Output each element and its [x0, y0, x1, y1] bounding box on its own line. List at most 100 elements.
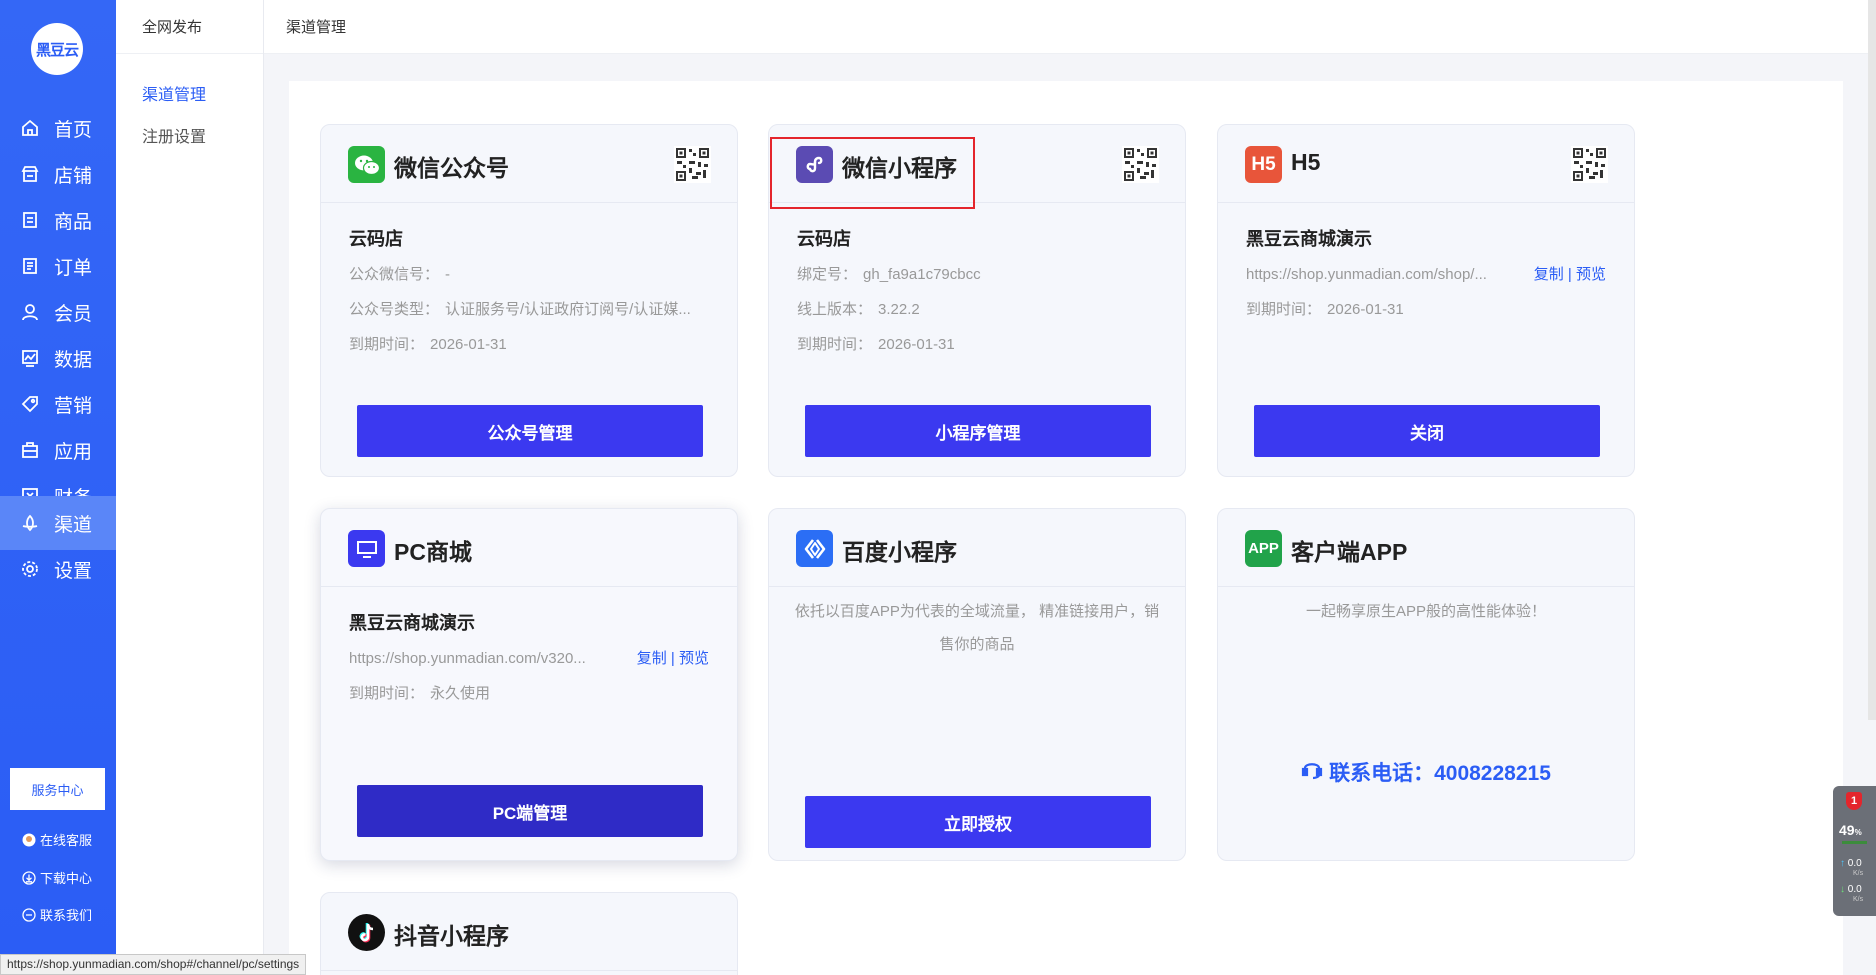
card-title: 抖音小程序 — [394, 923, 509, 949]
info-value: gh_fa9a1c79cbcc — [863, 266, 981, 283]
info-key: 到期时间： — [1246, 301, 1322, 318]
baidu-mini-program-card: 百度小程序 依托以百度APP为代表的全域流量， 精准链接用户，销售你的商品 立即… — [768, 508, 1186, 861]
speed-unit: K/s — [1853, 870, 1864, 877]
card-header: 微信公众号 — [321, 125, 737, 203]
card-header: APP 客户端APP — [1218, 509, 1634, 587]
nav-label: 设置 — [54, 560, 93, 582]
baidu-icon — [796, 530, 833, 567]
page-scrollbar[interactable] — [1868, 0, 1876, 720]
nav-label: 商品 — [54, 211, 93, 233]
authorize-now-button[interactable]: 立即授权 — [805, 796, 1151, 848]
service-center-button[interactable]: 服务中心 — [10, 768, 105, 810]
chart-icon — [21, 349, 39, 367]
gear-icon — [21, 560, 39, 578]
card-title: 客户端APP — [1291, 539, 1408, 565]
tag-icon — [21, 395, 39, 413]
logo-text: 黑豆云 — [35, 41, 79, 59]
card-header: 百度小程序 — [769, 509, 1185, 587]
info-value: - — [445, 266, 451, 283]
douyin-icon — [348, 914, 385, 951]
shop-name: 云码店 — [349, 229, 403, 249]
bottom-link-label: 联系我们 — [40, 908, 93, 923]
nav-item-settings[interactable]: 设置 — [0, 542, 116, 596]
info-value: 3.22.2 — [878, 301, 920, 318]
nav-label: 应用 — [54, 441, 93, 463]
card-header: 微信小程序 — [769, 125, 1185, 209]
app-icon — [21, 441, 39, 459]
widget-percent: 49 — [1839, 822, 1855, 838]
h5-icon-text: H5 — [1251, 153, 1276, 175]
card-header: 抖音小程序 — [321, 893, 737, 971]
info-key: 公众微信号： — [349, 266, 440, 283]
avatar-icon — [22, 833, 36, 847]
app-icon-text: APP — [1248, 540, 1279, 557]
info-value: 2026-01-31 — [878, 336, 955, 353]
bottom-link-label: 下载中心 — [40, 871, 93, 886]
user-icon — [21, 303, 39, 321]
monitor-icon — [348, 530, 385, 567]
order-icon — [21, 257, 39, 275]
page-title: 渠道管理 — [286, 19, 347, 36]
nav-label: 首页 — [54, 119, 93, 141]
pc-store-card: PC商城 黑豆云商城演示 https://shop.yunmadian.com/… — [320, 508, 738, 861]
down-arrow-icon: ↓ — [1840, 884, 1845, 895]
subnav-item-channel-management[interactable]: 渠道管理 — [116, 72, 263, 114]
info-value: 2026-01-31 — [430, 336, 507, 353]
copy-link[interactable]: 复制 — [1534, 266, 1564, 283]
shop-name: 黑豆云商城演示 — [1246, 229, 1372, 249]
shop-name: 云码店 — [797, 229, 851, 249]
online-service-link[interactable]: 在线客服 — [22, 830, 92, 849]
separator: | — [1567, 266, 1572, 283]
brand-logo[interactable]: 黑豆云 — [31, 23, 83, 75]
primary-sidebar: 黑豆云 首页 店铺 商品 订单 会员 数据 营销 应用 财务 渠道 设置 — [0, 0, 116, 954]
wechat-mini-program-card: 微信小程序 云码店 绑定号： gh_fa9a1c79cbcc 线上版本： 3.22.… — [768, 124, 1186, 477]
performance-widget[interactable]: 1 49% ↑ 0.0 K/s ↓ 0.0 K/s — [1833, 786, 1876, 916]
shop-name: 黑豆云商城演示 — [349, 613, 475, 633]
close-h5-button[interactable]: 关闭 — [1254, 405, 1600, 457]
home-icon — [21, 119, 39, 137]
manage-mini-program-button[interactable]: 小程序管理 — [805, 405, 1151, 457]
headset-icon — [1301, 758, 1323, 786]
info-key: 到期时间： — [797, 336, 873, 353]
qrcode-icon[interactable] — [1122, 146, 1159, 183]
info-value: 认证服务号/认证政府订阅号/认证媒... — [445, 301, 691, 318]
channel-panel: 微信公众号 云码店 公众微信号： - 公众号类型： 认证服务号/认证政府订阅号/认证… — [289, 81, 1843, 975]
card-body: 云码店 绑定号： gh_fa9a1c79cbcc 线上版本： 3.22.2 到期时间… — [769, 203, 1185, 370]
wechat-official-account-card: 微信公众号 云码店 公众微信号： - 公众号类型： 认证服务号/认证政府订阅号/认证… — [320, 124, 738, 477]
goods-icon — [21, 211, 39, 229]
info-row: 公众号类型： 认证服务号/认证政府订阅号/认证媒... — [349, 300, 709, 335]
secondary-sidebar: 全网发布 渠道管理 注册设置 — [116, 0, 264, 954]
shop-url: https://shop.yunmadian.com/shop/... — [1246, 266, 1487, 283]
qrcode-icon[interactable] — [674, 146, 711, 183]
info-key: 绑定号： — [797, 266, 858, 283]
preview-link[interactable]: 预览 — [679, 650, 709, 667]
shield-badge-icon: 1 — [1846, 792, 1862, 810]
manage-pc-button[interactable]: PC端管理 — [357, 785, 703, 837]
info-key: 线上版本： — [797, 301, 873, 318]
copy-link[interactable]: 复制 — [637, 650, 667, 667]
manage-official-account-button[interactable]: 公众号管理 — [357, 405, 703, 457]
card-title: H5 — [1291, 149, 1321, 175]
subnav-item-registration-settings[interactable]: 注册设置 — [116, 114, 263, 156]
card-title: 微信公众号 — [394, 155, 509, 181]
card-header: H5 H5 — [1218, 125, 1634, 203]
info-key: 到期时间： — [349, 336, 425, 353]
nav-label: 会员 — [54, 303, 93, 325]
nav-label: 渠道 — [54, 514, 93, 536]
qrcode-icon[interactable] — [1571, 146, 1608, 183]
phone-text: 联系电话：4008228215 — [1329, 762, 1551, 785]
separator: | — [670, 650, 675, 667]
download-center-link[interactable]: 下载中心 — [22, 868, 92, 887]
wechat-icon — [348, 146, 385, 183]
contact-us-link[interactable]: 联系我们 — [22, 905, 92, 924]
douyin-mini-program-card: 抖音小程序 — [320, 892, 738, 975]
card-header: PC商城 — [321, 509, 737, 587]
widget-badge: 1 — [1850, 795, 1858, 807]
preview-link[interactable]: 预览 — [1576, 266, 1606, 283]
card-description: 一起畅享原生APP般的高性能体验！ — [1305, 603, 1547, 620]
h5-card: H5 H5 黑豆云商城演示 https://shop.yunmadian.com… — [1217, 124, 1635, 477]
up-arrow-icon: ↑ — [1840, 858, 1845, 869]
widget-down: 0.0 — [1847, 884, 1862, 895]
info-value: 永久使用 — [430, 685, 491, 702]
info-row: 公众微信号： - — [349, 265, 709, 300]
